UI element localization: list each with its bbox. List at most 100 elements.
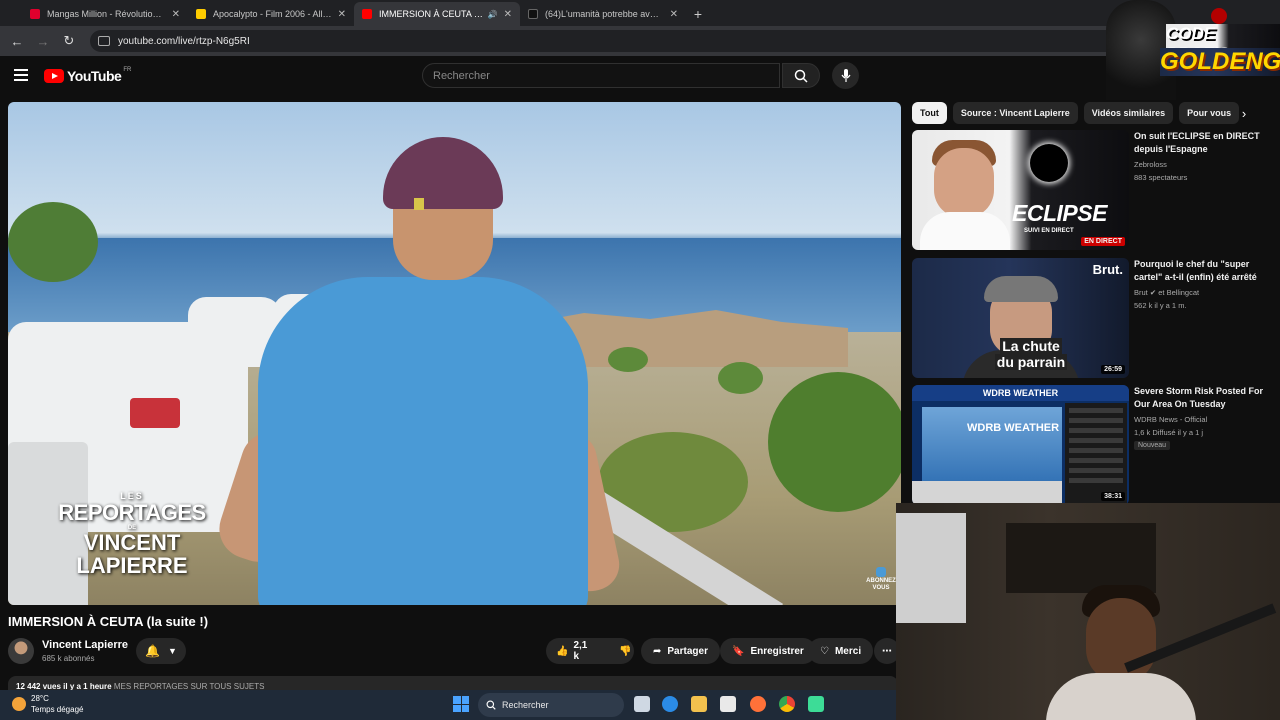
like-button[interactable]: 👍 2,1 k bbox=[546, 638, 597, 664]
video-scene-person bbox=[258, 277, 588, 605]
share-button[interactable]: ➦ Partager bbox=[641, 638, 720, 664]
chip-similar[interactable]: Vidéos similaires bbox=[1083, 102, 1174, 124]
task-view-icon[interactable] bbox=[634, 696, 650, 712]
thumb-art bbox=[984, 276, 1058, 302]
related-channel[interactable]: Zebroloss bbox=[1134, 160, 1167, 169]
close-icon[interactable]: ✕ bbox=[172, 9, 180, 20]
bell-icon: 🔔 bbox=[145, 644, 161, 658]
eclipse-art bbox=[1030, 144, 1068, 182]
temperature: 28°C bbox=[31, 694, 49, 703]
related-video-1[interactable]: Brut. La chute du parrain 26:59 Pourquoi… bbox=[912, 258, 1272, 378]
chrome-icon[interactable] bbox=[779, 696, 795, 712]
taskbar-search[interactable]: Rechercher bbox=[478, 693, 624, 717]
video-scene-person-cap bbox=[414, 198, 424, 210]
duration-badge: 38:31 bbox=[1101, 492, 1125, 501]
thumb-text-line: du parrain bbox=[994, 354, 1068, 370]
youtube-logo-text: YouTube bbox=[67, 68, 122, 84]
tab-title: IMMERSION À CEUTA (la sui bbox=[379, 9, 484, 19]
file-explorer-icon[interactable] bbox=[691, 696, 707, 712]
streamer-logo: CODE PROZIS GOLDENG bbox=[1106, 0, 1280, 100]
voice-search-mic-icon[interactable] bbox=[832, 62, 859, 89]
weather-widget[interactable]: 28°C Temps dégagé bbox=[12, 693, 83, 715]
related-title[interactable]: Pourquoi le chef du "super cartel" a-t-i… bbox=[1134, 258, 1274, 284]
chip-source[interactable]: Source : Vincent Lapierre bbox=[952, 102, 1078, 124]
thumb-art bbox=[934, 148, 994, 218]
browser-tab-0[interactable]: Mangas Million - Révolution de ✕ bbox=[22, 2, 188, 26]
tab-title: Mangas Million - Révolution de bbox=[47, 9, 166, 19]
subscribe-overlay: ABONNEZ VOUS bbox=[866, 567, 896, 591]
video-thumbnail[interactable]: ECLIPSE SUIVI EN DIRECT EN DIRECT bbox=[912, 130, 1129, 250]
video-scene-palm bbox=[8, 202, 98, 282]
bookmark-icon: 🔖 bbox=[732, 645, 745, 657]
tab-title: (64)L'umanità potrebbe aver ap bbox=[545, 9, 664, 19]
sun-icon bbox=[12, 697, 26, 711]
new-tab-plus-icon[interactable]: + bbox=[686, 2, 710, 26]
overlay-line: REPORTAGES bbox=[58, 500, 206, 526]
edge-icon[interactable] bbox=[662, 696, 678, 712]
thumb-text-line: La chute bbox=[1000, 338, 1062, 354]
avatar[interactable] bbox=[8, 638, 34, 664]
related-channel[interactable]: WDRB News - Official bbox=[1134, 415, 1207, 424]
channel-name[interactable]: Vincent Lapierre bbox=[42, 639, 128, 651]
search-button[interactable] bbox=[782, 63, 820, 88]
menu-hamburger-icon[interactable] bbox=[14, 69, 28, 81]
dislike-button[interactable]: 👎 bbox=[609, 638, 641, 664]
video-scene-bush bbox=[718, 362, 763, 394]
chip-for-you[interactable]: Pour vous bbox=[1179, 102, 1240, 124]
thumb-brand: Brut. bbox=[1092, 262, 1123, 277]
browser-tab-1[interactable]: Apocalypto - Film 2006 - AlloC ✕ bbox=[188, 2, 354, 26]
close-icon[interactable]: ✕ bbox=[504, 9, 512, 20]
related-title[interactable]: On suit l'ECLIPSE en DIRECT depuis l'Esp… bbox=[1134, 130, 1274, 156]
forward-arrow-icon[interactable]: → bbox=[32, 30, 54, 52]
search-icon bbox=[486, 700, 496, 710]
related-channel[interactable]: Brut ✔ et Bellingcat bbox=[1134, 288, 1199, 297]
share-arrow-icon: ➦ bbox=[653, 645, 662, 657]
related-meta: 1,6 k Diffusé il y a 1 j bbox=[1134, 428, 1204, 437]
notifications-button[interactable]: 🔔 ▼ bbox=[136, 638, 186, 664]
youtube-play-icon bbox=[44, 69, 64, 83]
browser-tab-2[interactable]: IMMERSION À CEUTA (la sui 🔊 ✕ bbox=[354, 2, 520, 26]
save-button[interactable]: 🔖 Enregistrer bbox=[720, 638, 816, 664]
tab-favicon-icon bbox=[362, 9, 372, 19]
streamer-logo-art bbox=[1211, 8, 1227, 24]
related-video-2[interactable]: WDRB WEATHER WDRB WEATHER 38:31 Severe S… bbox=[912, 385, 1272, 505]
back-arrow-icon[interactable]: ← bbox=[6, 30, 28, 52]
chevron-right-icon[interactable]: › bbox=[1236, 104, 1252, 122]
close-icon[interactable]: ✕ bbox=[670, 9, 678, 20]
weather-description: Temps dégagé bbox=[31, 705, 84, 714]
app-icon[interactable] bbox=[808, 696, 824, 712]
channel-row: Vincent Lapierre 685 k abonnés 🔔 ▼ 👍 2,1… bbox=[8, 636, 900, 670]
video-thumbnail[interactable]: Brut. La chute du parrain 26:59 bbox=[912, 258, 1129, 378]
chip-all[interactable]: Tout bbox=[912, 102, 947, 124]
video-player[interactable]: LES REPORTAGES DE VINCENT LAPIERRE ABONN… bbox=[8, 102, 901, 605]
youtube-logo[interactable]: YouTube FR bbox=[44, 67, 131, 84]
speaker-icon[interactable]: 🔊 bbox=[488, 10, 498, 19]
related-meta: 562 k il y a 1 m. bbox=[1134, 301, 1187, 310]
thumb-text: ECLIPSE bbox=[1012, 200, 1107, 226]
address-bar-row: ← → ↻ youtube.com/live/rtzp-N6g5RI bbox=[0, 26, 1280, 56]
duration-badge: 26:59 bbox=[1101, 365, 1125, 374]
chevron-down-icon: ▼ bbox=[168, 646, 177, 656]
thumbs-down-icon: 👎 bbox=[619, 645, 632, 657]
subscribe-overlay-text: ABONNEZ VOUS bbox=[866, 578, 896, 591]
browser-tab-3[interactable]: (64)L'umanità potrebbe aver ap ✕ bbox=[520, 2, 686, 26]
video-title: IMMERSION À CEUTA (la suite !) bbox=[8, 614, 209, 629]
store-icon[interactable] bbox=[720, 696, 736, 712]
tab-favicon-icon bbox=[528, 9, 538, 19]
search-input[interactable]: Rechercher bbox=[422, 63, 780, 88]
site-info-icon[interactable] bbox=[98, 36, 110, 46]
thanks-button[interactable]: ♡ Merci bbox=[808, 638, 874, 664]
related-channel-extra: et Bellingcat bbox=[1158, 288, 1200, 297]
reload-icon[interactable]: ↻ bbox=[58, 30, 80, 52]
tab-favicon-icon bbox=[30, 9, 40, 19]
close-icon[interactable]: ✕ bbox=[338, 9, 346, 20]
related-video-0[interactable]: ECLIPSE SUIVI EN DIRECT EN DIRECT On sui… bbox=[912, 130, 1272, 250]
new-badge: Nouveau bbox=[1134, 441, 1171, 450]
video-thumbnail[interactable]: WDRB WEATHER WDRB WEATHER 38:31 bbox=[912, 385, 1129, 505]
windows-start-icon[interactable] bbox=[453, 696, 469, 712]
related-title[interactable]: Severe Storm Risk Posted For Our Area On… bbox=[1134, 385, 1274, 411]
url-field[interactable]: youtube.com/live/rtzp-N6g5RI bbox=[90, 30, 1150, 52]
webcam-art bbox=[1086, 598, 1156, 683]
firefox-icon[interactable] bbox=[750, 696, 766, 712]
thumb-art bbox=[1065, 403, 1127, 503]
